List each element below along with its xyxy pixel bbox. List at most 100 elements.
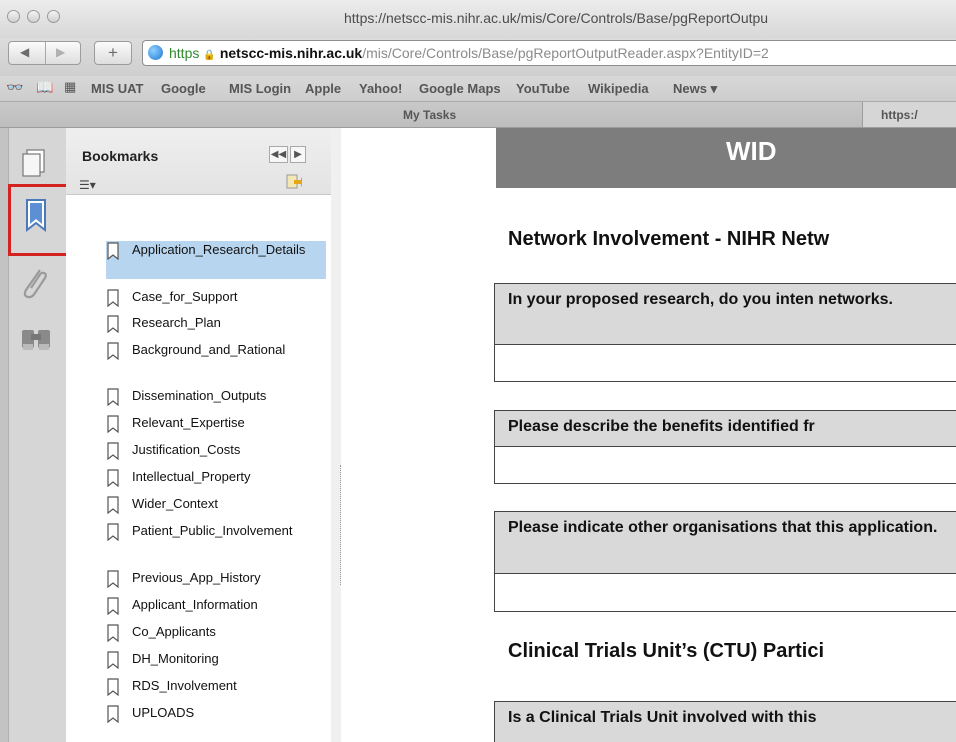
bookmark-label: Justification_Costs	[132, 442, 241, 457]
bookmark-link[interactable]: YouTube	[516, 81, 570, 96]
bookmark-label: Wider_Context	[132, 496, 218, 511]
goto-bookmark-icon[interactable]	[286, 174, 302, 190]
nav-divider	[45, 42, 46, 64]
bookmark-link[interactable]: Wikipedia	[588, 81, 649, 96]
document-header-text: WID	[726, 136, 777, 166]
bookmark-item-rds-involvement[interactable]: RDS_Involvement	[106, 677, 326, 697]
bookmark-link[interactable]: Google	[161, 81, 206, 96]
bookmarks-panel-header: Bookmarks ◀◀ ▶ ☰▾	[66, 128, 331, 195]
add-bookmark-button[interactable]: +	[94, 41, 132, 65]
bookmark-link[interactable]: Google Maps	[419, 81, 501, 96]
collapse-panel-button[interactable]: ◀◀	[269, 146, 288, 163]
bookmark-page-icon	[107, 597, 119, 615]
bookmark-label: UPLOADS	[132, 705, 195, 720]
bookmark-item-research-plan[interactable]: Research_Plan	[106, 314, 326, 334]
paperclip-icon	[23, 269, 47, 299]
bookmark-page-icon	[107, 289, 119, 307]
answer-box	[494, 574, 956, 612]
bookmark-item-dh-monitoring[interactable]: DH_Monitoring	[106, 650, 326, 670]
bookmark-list: Application_Research_Details Case_for_Su…	[66, 230, 331, 730]
globe-icon	[148, 45, 163, 60]
url-scheme: https	[169, 45, 200, 61]
question-box: In your proposed research, do you inten …	[494, 283, 956, 345]
back-arrow-icon[interactable]: ◀	[20, 45, 29, 59]
bookmark-page-icon	[107, 496, 119, 514]
bookmark-link[interactable]: MIS Login	[229, 81, 291, 96]
bookmark-label: Application_Research_Details	[132, 242, 306, 257]
bookmark-label: Previous_App_History	[132, 570, 261, 585]
browser-window: https://netscc-mis.nihr.ac.uk/mis/Core/C…	[0, 0, 956, 742]
bookmark-page-icon	[107, 342, 119, 360]
bookmark-item-case-for-support[interactable]: Case_for_Support	[106, 288, 326, 308]
bookmark-label: Relevant_Expertise	[132, 415, 245, 430]
url-path: /mis/Core/Controls/Base/pgReportOutputRe…	[362, 45, 769, 61]
bookmark-page-icon	[107, 678, 119, 696]
bookmark-page-icon	[107, 242, 119, 260]
address-bar[interactable]: https 🔒 netscc-mis.nihr.ac.uk/mis/Core/Con…	[142, 40, 956, 66]
tab-my-tasks[interactable]: My Tasks	[403, 108, 456, 122]
bookmark-item-patient-public-involvement[interactable]: Patient_Public_Involvement	[106, 522, 326, 560]
expand-panel-button[interactable]: ▶	[290, 146, 306, 163]
bookmark-page-icon	[107, 469, 119, 487]
tab-url[interactable]: https:/	[862, 102, 956, 127]
answer-box	[494, 345, 956, 382]
attachments-tool[interactable]	[9, 264, 67, 314]
bookmark-item-background-and-rational[interactable]: Background_and_Rational	[106, 341, 326, 379]
bookmark-item-relevant-expertise[interactable]: Relevant_Expertise	[106, 414, 326, 434]
pages-icon	[22, 149, 45, 177]
options-menu-button[interactable]: ☰▾	[79, 178, 96, 192]
forward-arrow-icon[interactable]: ▶	[56, 45, 65, 59]
lock-icon: 🔒	[203, 50, 216, 61]
bookmark-item-justification-costs[interactable]: Justification_Costs	[106, 441, 326, 461]
pdf-document-page: WID Network Involvement - NIHR Netw In y…	[341, 128, 956, 742]
title-bar: https://netscc-mis.nihr.ac.uk/mis/Core/C…	[0, 0, 956, 39]
bookmark-link[interactable]: Yahoo!	[359, 81, 402, 96]
question-box: Please describe the benefits identified …	[494, 410, 956, 447]
bookmark-page-icon	[107, 624, 119, 642]
bookmark-label: Patient_Public_Involvement	[132, 523, 293, 538]
reading-list-icon[interactable]: 👓	[6, 79, 23, 96]
bookmark-label: Research_Plan	[132, 315, 221, 330]
close-window-button[interactable]	[7, 10, 20, 23]
back-forward-buttons: ◀ ▶	[8, 41, 81, 65]
bookmark-page-icon	[107, 388, 119, 406]
section-heading: Network Involvement - NIHR Netw	[508, 228, 830, 250]
question-box: Is a Clinical Trials Unit involved with …	[494, 701, 956, 742]
window-title: https://netscc-mis.nihr.ac.uk/mis/Core/C…	[344, 10, 769, 26]
bookmark-page-icon	[107, 523, 119, 541]
bookmark-page-icon	[107, 442, 119, 460]
bookmark-page-icon	[107, 315, 119, 333]
binoculars-icon	[22, 330, 50, 350]
url-text: https 🔒 netscc-mis.nihr.ac.uk/mis/Core/Con…	[169, 45, 769, 61]
tab-bar: My Tasks https:/	[0, 102, 956, 128]
bookmarks-book-icon[interactable]: 📖	[36, 79, 53, 96]
bookmark-item-application-research-details[interactable]: Application_Research_Details	[106, 241, 326, 279]
search-tool[interactable]	[9, 320, 67, 370]
bookmark-link[interactable]: MIS UAT	[91, 81, 143, 96]
top-sites-grid-icon[interactable]: ▦	[64, 79, 76, 95]
bookmark-item-previous-app-history[interactable]: Previous_App_History	[106, 569, 326, 589]
bookmark-label: Applicant_Information	[132, 597, 258, 612]
bookmark-label: Dissemination_Outputs	[132, 388, 267, 403]
bookmark-page-icon	[107, 415, 119, 433]
bookmark-item-intellectual-property[interactable]: Intellectual_Property	[106, 468, 326, 488]
bookmark-page-icon	[107, 705, 119, 723]
bookmark-label: Co_Applicants	[132, 624, 216, 639]
tab-url-label: https:/	[881, 108, 918, 122]
bookmark-label: Intellectual_Property	[132, 469, 251, 484]
bookmark-page-icon	[107, 570, 119, 588]
bookmark-item-co-applicants[interactable]: Co_Applicants	[106, 623, 326, 643]
url-host: netscc-mis.nihr.ac.uk	[219, 45, 363, 61]
answer-box	[494, 447, 956, 484]
bookmark-item-applicant-information[interactable]: Applicant_Information	[106, 596, 326, 616]
zoom-window-button[interactable]	[47, 10, 60, 23]
bookmark-label: Case_for_Support	[132, 289, 238, 304]
bookmark-item-uploads[interactable]: UPLOADS	[106, 704, 326, 724]
bookmarks-bar: 👓 📖 ▦ MIS UAT Google MIS Login Apple Yah…	[0, 76, 956, 102]
section-heading: Clinical Trials Unit’s (CTU) Partici	[508, 640, 824, 662]
bookmark-menu-news[interactable]: News ▾	[673, 81, 717, 97]
minimize-window-button[interactable]	[27, 10, 40, 23]
bookmark-item-dissemination-outputs[interactable]: Dissemination_Outputs	[106, 387, 326, 407]
bookmark-link[interactable]: Apple	[305, 81, 341, 96]
bookmark-item-wider-context[interactable]: Wider_Context	[106, 495, 326, 515]
